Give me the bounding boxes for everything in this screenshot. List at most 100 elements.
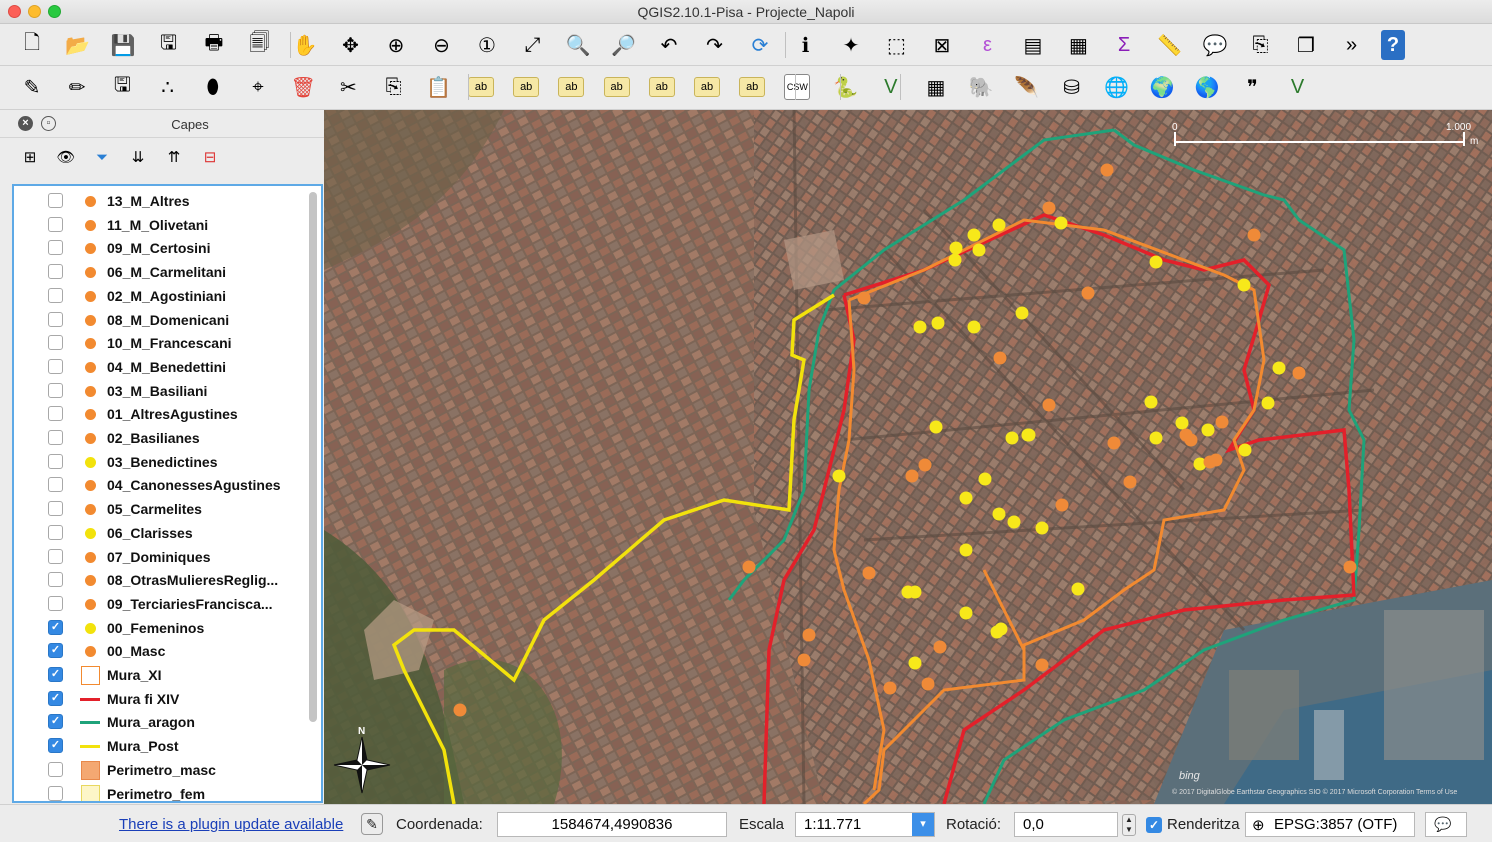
save-project-icon[interactable]: 💾 bbox=[107, 30, 139, 60]
layer-visibility-checkbox[interactable] bbox=[48, 524, 63, 540]
add-wcs-icon[interactable]: 🌍 bbox=[1146, 72, 1178, 102]
add-spatialite-icon[interactable]: 🪶 bbox=[1010, 72, 1042, 102]
layer-item[interactable]: 04_CanonessesAgustines bbox=[14, 473, 307, 497]
save-edits-icon[interactable]: 🖫 bbox=[106, 72, 138, 102]
layer-item[interactable]: ✓ 00_Masc bbox=[14, 639, 307, 663]
open-project-icon[interactable]: 📂 bbox=[62, 30, 94, 60]
add-postgis-icon[interactable]: 🐘 bbox=[965, 72, 997, 102]
pin-labels-icon[interactable]: ab bbox=[513, 77, 540, 97]
layer-visibility-checkbox[interactable] bbox=[48, 785, 63, 801]
layer-item[interactable]: 07_Dominiques bbox=[14, 545, 307, 569]
map-view[interactable]: 0 1.000 m N bing © 2017 DigitalGlobe Ear… bbox=[324, 110, 1492, 804]
layer-visibility-checkbox[interactable] bbox=[48, 193, 63, 208]
layer-item[interactable]: 03_M_Basiliani bbox=[14, 379, 307, 403]
layer-item[interactable]: 09_M_Certosini bbox=[14, 236, 307, 260]
layer-visibility-checkbox[interactable] bbox=[48, 311, 63, 327]
manage-visibility-icon[interactable]: 👁 bbox=[54, 146, 78, 168]
coordinate-field[interactable]: 1584674,4990836 bbox=[497, 812, 727, 837]
layer-item[interactable]: 08_M_Domenicani bbox=[14, 308, 307, 332]
statistics-icon[interactable]: ▦ bbox=[1063, 30, 1095, 60]
new-print-composer-icon[interactable]: 🖶 bbox=[198, 30, 230, 60]
zoom-full-icon[interactable]: ⤢ bbox=[517, 30, 549, 60]
field-calculator-icon[interactable]: ε bbox=[972, 30, 1004, 60]
layer-visibility-checkbox[interactable] bbox=[48, 430, 63, 445]
layer-visibility-checkbox[interactable] bbox=[48, 406, 63, 422]
add-wms-icon[interactable]: 🌐 bbox=[1101, 72, 1133, 102]
layer-visibility-checkbox[interactable] bbox=[48, 358, 63, 374]
layer-item[interactable]: ✓ Mura_XI bbox=[14, 663, 307, 687]
filter-legend-icon[interactable]: ⏷ bbox=[90, 146, 114, 168]
sum-icon[interactable]: Σ bbox=[1108, 30, 1140, 60]
layer-visibility-checkbox[interactable] bbox=[48, 501, 63, 517]
label-toolbar-icon[interactable]: ab bbox=[468, 77, 494, 97]
layer-visibility-checkbox[interactable]: ✓ bbox=[48, 738, 63, 754]
layer-visibility-checkbox[interactable] bbox=[48, 264, 63, 280]
layer-visibility-checkbox[interactable] bbox=[48, 287, 63, 303]
zoom-next-icon[interactable]: ↷ bbox=[699, 30, 731, 60]
layer-item[interactable]: ✓ 00_Femeninos bbox=[14, 616, 307, 640]
zoom-native-icon[interactable]: ① bbox=[471, 30, 503, 60]
move-feature-icon[interactable]: ⬮ bbox=[197, 72, 229, 102]
layer-item[interactable]: ✓ Mura_Post bbox=[14, 734, 307, 758]
layer-visibility-checkbox[interactable] bbox=[48, 761, 63, 777]
add-raster-layer-icon[interactable]: ▦ bbox=[920, 72, 952, 102]
python-console-icon[interactable]: 🐍 bbox=[830, 72, 862, 102]
show-bookmarks-icon[interactable]: ❐ bbox=[1290, 30, 1322, 60]
plugin-update-link[interactable]: There is a plugin update available bbox=[119, 816, 343, 833]
new-bookmark-icon[interactable]: ⎘ bbox=[1245, 30, 1277, 60]
layer-item[interactable]: ✓ Mura fi XIV bbox=[14, 687, 307, 711]
attribute-table-icon[interactable]: ▤ bbox=[1017, 30, 1049, 60]
layer-visibility-checkbox[interactable]: ✓ bbox=[48, 667, 63, 682]
layer-visibility-checkbox[interactable] bbox=[48, 240, 63, 256]
map-tips-icon[interactable]: 💬 bbox=[1199, 30, 1231, 60]
layer-item[interactable]: 04_M_Benedettini bbox=[14, 355, 307, 379]
layer-visibility-checkbox[interactable]: ✓ bbox=[48, 643, 63, 659]
touch-zoom-icon[interactable]: ✦ bbox=[835, 30, 867, 60]
scale-combo[interactable]: 1:11.771 ▾ bbox=[795, 812, 935, 837]
zoom-last-icon[interactable]: ↶ bbox=[653, 30, 685, 60]
identify-icon[interactable]: ℹ bbox=[790, 30, 822, 60]
collapse-all-icon[interactable]: ⇈ bbox=[162, 146, 186, 168]
add-feature-icon[interactable]: ∴ bbox=[152, 72, 184, 102]
layer-item[interactable]: 10_M_Francescani bbox=[14, 331, 307, 355]
new-project-icon[interactable]: 🗋 bbox=[16, 30, 48, 60]
move-label-icon[interactable]: ab bbox=[648, 77, 675, 97]
layer-item[interactable]: 13_M_Altres bbox=[14, 189, 307, 213]
layer-visibility-checkbox[interactable]: ✓ bbox=[48, 714, 63, 730]
layer-item[interactable]: 02_M_Agostiniani bbox=[14, 284, 307, 308]
messages-icon[interactable]: ✎ bbox=[361, 813, 383, 835]
zoom-in-icon[interactable]: ⊕ bbox=[380, 30, 412, 60]
add-mssql-icon[interactable]: ⛁ bbox=[1056, 72, 1088, 102]
layer-item[interactable]: Perimetro_fem bbox=[14, 782, 307, 801]
layer-tree[interactable]: 13_M_Altres 11_M_Olivetani 09_M_Certosini 0… bbox=[12, 184, 323, 803]
layer-item[interactable]: 06_Clarisses bbox=[14, 521, 307, 545]
highlight-pinned-icon[interactable]: ab bbox=[558, 77, 585, 97]
delete-selected-icon[interactable]: 🗑 bbox=[287, 72, 319, 102]
deselect-icon[interactable]: ⊠ bbox=[926, 30, 958, 60]
rotation-field[interactable]: 0,0 bbox=[1014, 812, 1118, 837]
refresh-icon[interactable]: ⟳ bbox=[744, 30, 776, 60]
csw-icon[interactable]: CSW bbox=[784, 74, 811, 100]
current-edits-icon[interactable]: ✎ bbox=[16, 72, 48, 102]
layer-visibility-checkbox[interactable] bbox=[48, 382, 63, 398]
add-delimited-text-icon[interactable]: ❞ bbox=[1236, 72, 1268, 102]
layer-item[interactable]: Perimetro_masc bbox=[14, 758, 307, 782]
cut-features-icon[interactable]: ✂ bbox=[332, 72, 364, 102]
more-tools-icon[interactable]: » bbox=[1336, 30, 1368, 60]
chevron-down-icon[interactable]: ▾ bbox=[912, 813, 934, 836]
zoom-out-icon[interactable]: ⊖ bbox=[426, 30, 458, 60]
layer-tree-scrollbar[interactable] bbox=[309, 192, 317, 722]
layer-visibility-checkbox[interactable] bbox=[48, 477, 63, 493]
log-messages-icon[interactable]: 💬 bbox=[1425, 812, 1467, 837]
measure-icon[interactable]: 📏 bbox=[1154, 30, 1186, 60]
layer-visibility-checkbox[interactable] bbox=[48, 216, 63, 232]
map-canvas[interactable]: 0 1.000 m N bing © 2017 DigitalGlobe Ear… bbox=[324, 110, 1492, 804]
render-checkbox[interactable]: ✓ bbox=[1146, 817, 1162, 833]
node-tool-icon[interactable]: ⌖ bbox=[242, 72, 274, 102]
layer-visibility-checkbox[interactable] bbox=[48, 335, 63, 351]
layer-visibility-checkbox[interactable] bbox=[48, 548, 63, 564]
layer-visibility-checkbox[interactable]: ✓ bbox=[48, 690, 63, 706]
layer-item[interactable]: 09_TerciariesFrancisca... bbox=[14, 592, 307, 616]
pan-map-icon[interactable]: ✋ bbox=[289, 30, 321, 60]
rotation-stepper[interactable]: ▲ ▼ bbox=[1122, 814, 1136, 836]
